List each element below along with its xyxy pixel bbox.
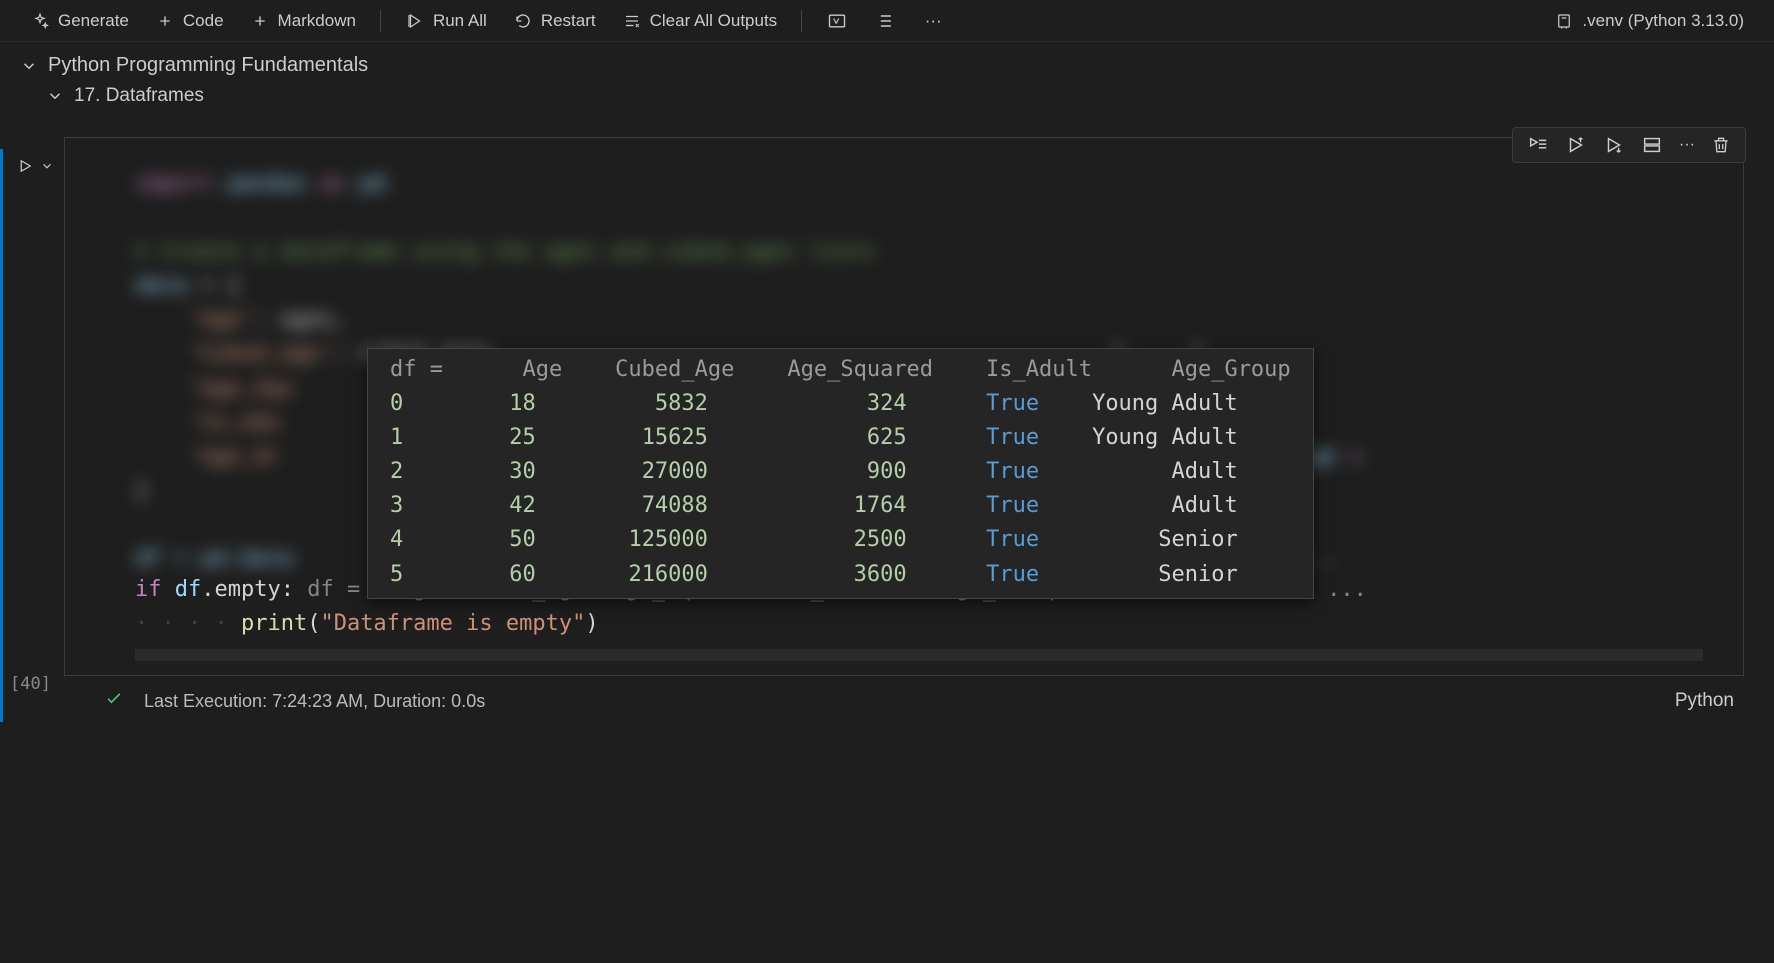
clear-icon [622,11,642,31]
kernel-label: .venv (Python 3.13.0) [1582,11,1744,31]
restart-label: Restart [541,11,596,31]
markdown-label: Markdown [278,11,356,31]
add-code-button[interactable]: Code [145,7,234,35]
outline-label: 17. Dataframes [74,85,204,107]
execution-status-text: Last Execution: 7:24:23 AM, Duration: 0.… [144,691,485,712]
separator [801,10,802,32]
restart-icon [513,11,533,31]
clear-outputs-button[interactable]: Clear All Outputs [612,7,788,35]
separator [380,10,381,32]
run-all-icon [405,11,425,31]
cell-focus-indicator [0,149,3,722]
delete-cell-button[interactable] [1711,134,1731,156]
generate-button[interactable]: Generate [20,7,139,35]
chevron-down-icon [20,57,38,75]
outline-panel: Python Programming Fundamentals 17. Data… [0,42,1774,117]
kernel-selector[interactable]: .venv (Python 3.13.0) [1544,7,1754,35]
outline-item-level2[interactable]: 17. Dataframes [20,81,1754,111]
code-line[interactable]: · · · · print("Dataframe is empty") [135,607,1703,641]
clear-outputs-label: Clear All Outputs [650,11,778,31]
code-label: Code [183,11,224,31]
cell-run-button[interactable] [16,157,54,175]
code-editor[interactable]: import pandas as pd # Create a dataframe… [65,138,1743,675]
run-all-label: Run All [433,11,487,31]
sparkle-icon [30,11,50,31]
horizontal-scrollbar[interactable] [135,649,1703,661]
execute-below-button[interactable] [1603,134,1625,156]
ellipsis-icon: ··· [1679,136,1695,154]
outline-button[interactable] [864,6,906,36]
outline-item-level1[interactable]: Python Programming Fundamentals [20,50,1754,81]
notebook-cell: ··· import pandas as pd # Create a dataf… [0,137,1774,722]
split-cell-button[interactable] [1641,134,1663,156]
execute-above-button[interactable] [1565,134,1587,156]
cell-action-bar: ··· [1512,127,1746,163]
cell-status-bar: Last Execution: 7:24:23 AM, Duration: 0.… [4,676,1774,722]
server-icon [1554,11,1574,31]
check-icon [104,688,124,714]
ellipsis-icon: ··· [922,10,944,32]
debug-hover-tooltip: df = Age Cubed_Age Age_Squared Is_Adult … [367,348,1314,599]
cell-language-label[interactable]: Python [1675,690,1734,712]
more-button[interactable]: ··· [912,6,954,36]
variables-button[interactable] [816,6,858,36]
outline-icon [874,10,896,32]
run-all-button[interactable]: Run All [395,7,497,35]
restart-button[interactable]: Restart [503,7,606,35]
execution-count: [40] [10,674,51,694]
notebook-toolbar: Generate Code Markdown Run All Restart C… [0,0,1774,42]
plus-icon [155,11,175,31]
add-markdown-button[interactable]: Markdown [240,7,366,35]
chevron-down-icon [46,87,64,105]
more-cell-actions-button[interactable]: ··· [1679,134,1695,156]
plus-icon [250,11,270,31]
code-cell[interactable]: import pandas as pd # Create a dataframe… [64,137,1744,676]
variables-icon [826,10,848,32]
run-by-line-button[interactable] [1527,134,1549,156]
generate-label: Generate [58,11,129,31]
outline-label: Python Programming Fundamentals [48,54,368,77]
